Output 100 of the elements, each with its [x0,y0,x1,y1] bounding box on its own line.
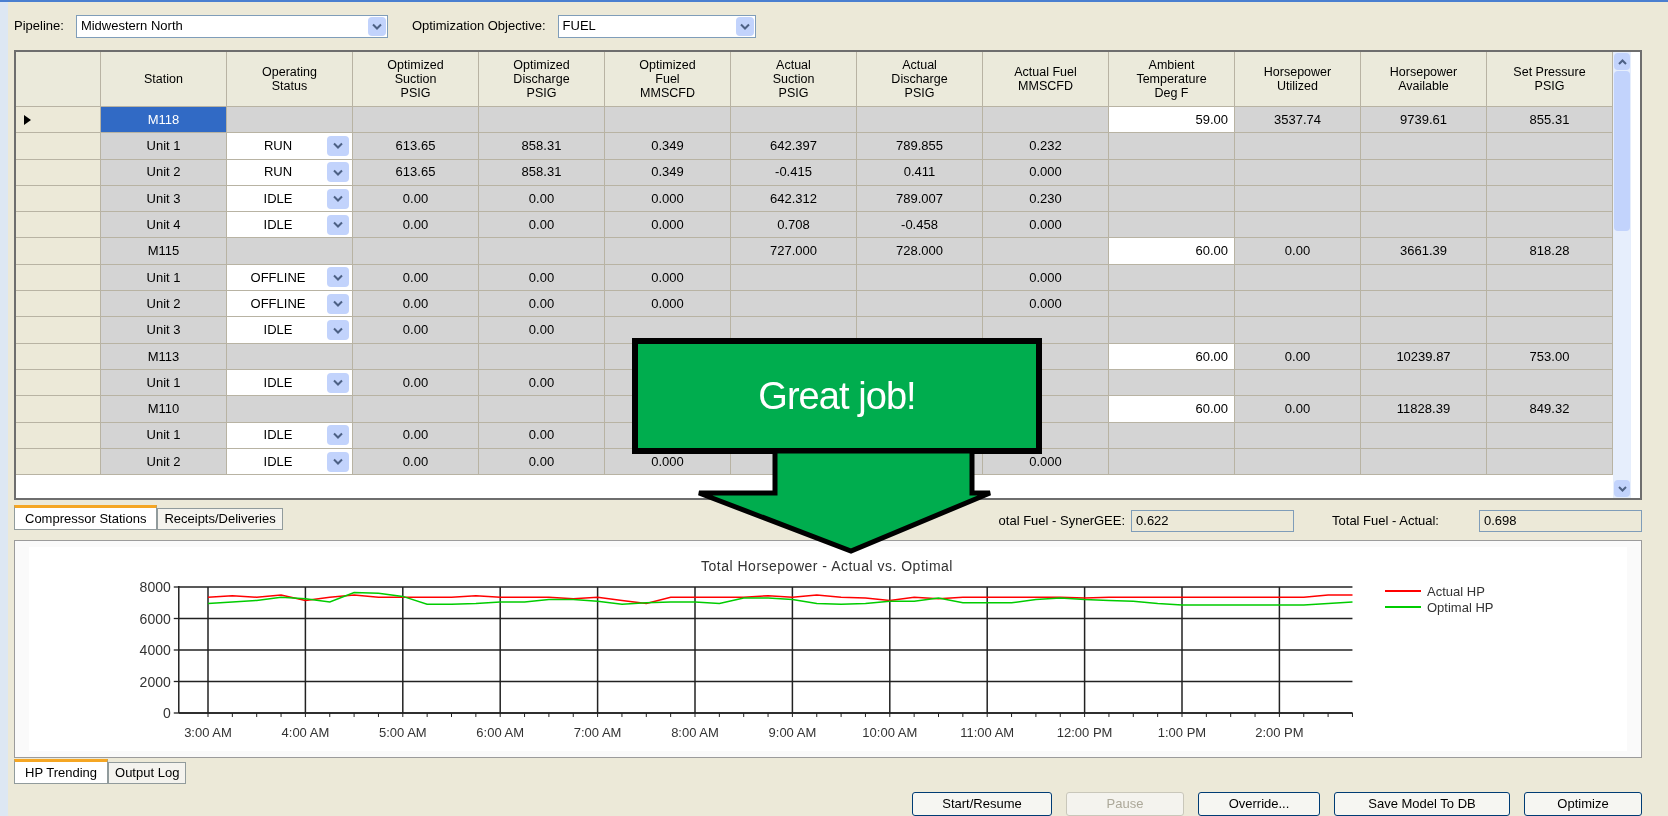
scroll-up-button[interactable] [1614,53,1630,70]
row-header-cell[interactable] [16,369,101,397]
row-header-cell[interactable] [16,448,101,476]
y-tick-label: 6000 [139,610,171,627]
row-header-cell[interactable] [16,159,101,186]
status-dropdown[interactable]: IDLE [227,185,353,213]
table-cell[interactable]: Unit 3 [101,317,227,344]
table-cell[interactable]: Unit 1 [101,369,227,397]
column-header[interactable]: Actual Suction PSIG [772,58,815,100]
table-cell[interactable]: M110 [101,396,227,423]
row-header-cell[interactable] [16,291,101,318]
table-cell[interactable]: Unit 4 [101,212,227,239]
temperature-field[interactable]: 59.00 [1109,107,1235,134]
table-cell[interactable]: Unit 1 [101,133,227,160]
column-header[interactable]: Optimized Suction PSIG [387,58,444,100]
dropdown-button[interactable] [327,320,349,340]
table-cell: 0.00 [353,291,479,318]
row-header-cell[interactable] [16,343,101,370]
column-header[interactable]: Actual Fuel MMSCFD [1014,65,1077,93]
tab[interactable]: Compressor Stations [14,505,158,530]
table-cell[interactable]: M115 [101,238,227,265]
table-cell[interactable]: Unit 1 [101,264,227,292]
table-cell[interactable]: M118 [101,107,227,134]
dropdown-button[interactable] [327,267,349,288]
row-header-cell[interactable] [16,422,101,449]
column-header[interactable]: Optimized Fuel MMSCFD [639,58,696,100]
dropdown-button[interactable] [327,372,349,393]
table-cell: 0.00 [1235,396,1361,423]
dropdown-field[interactable]: FUEL [557,14,756,38]
y-tick-label: 8000 [139,579,171,595]
table-cell: 789.855 [857,133,983,160]
status-dropdown[interactable]: IDLE [227,317,353,344]
status-dropdown[interactable]: RUN [227,159,353,186]
button[interactable]: Save Model To DB [1334,792,1510,816]
dropdown-button[interactable] [327,214,349,235]
dropdown-button[interactable] [327,293,349,314]
scroll-down-button[interactable] [1614,480,1630,497]
temperature-field[interactable]: 60.00 [1109,343,1235,370]
scrollbar[interactable] [1613,52,1631,498]
row-header-cell[interactable] [16,133,101,160]
chart-title: Total Horsepower - Actual vs. Optimal [701,558,953,574]
scroll-thumb[interactable] [1614,71,1630,231]
temperature-field[interactable]: 60.00 [1109,396,1235,423]
table-cell: 0.000 [983,264,1109,292]
table-cell[interactable]: Unit 2 [101,159,227,186]
tab[interactable]: HP Trending [14,759,109,784]
table-cell[interactable]: Unit 3 [101,185,227,213]
row-header-cell[interactable] [16,107,101,134]
row-header-cell[interactable] [16,317,101,344]
x-tick-label: 12:00 PM [1056,725,1113,740]
column-header[interactable]: Operating Status [262,65,317,93]
table-cell[interactable]: Unit 2 [101,448,227,476]
table-cell[interactable]: Unit 2 [101,291,227,318]
status-dropdown[interactable]: IDLE [227,448,353,476]
column-header[interactable]: Ambient Temperature Deg F [1136,58,1207,100]
status-dropdown[interactable]: IDLE [227,212,353,239]
table-cell: -0.458 [857,212,983,239]
status-dropdown[interactable]: OFFLINE [227,291,353,318]
chevron-down-icon [371,22,382,30]
column-header[interactable]: Set Pressure PSIG [1513,65,1586,93]
table-cell[interactable]: Unit 1 [101,422,227,449]
column-header[interactable]: Horsepower Utilized [1263,65,1332,93]
table-cell[interactable]: M113 [101,343,227,370]
row-header-cell[interactable] [16,212,101,239]
table-cell: 0.00 [479,212,605,239]
chevron-down-icon [1617,485,1627,492]
legend-label: Actual HP [1427,584,1485,599]
row-header-cell[interactable] [16,396,101,423]
table-cell: 849.32 [1487,396,1613,423]
row-header-cell[interactable] [16,264,101,292]
tab[interactable]: Receipts/Deliveries [157,508,283,530]
status-dropdown[interactable]: RUN [227,133,353,160]
table-cell: 642.312 [731,185,857,213]
x-tick-label: 7:00 AM [573,725,622,740]
status-dropdown[interactable]: IDLE [227,369,353,397]
button[interactable]: Optimize [1524,792,1642,816]
button[interactable]: Override... [1198,792,1320,816]
dropdown-button[interactable] [327,425,349,446]
table-cell: 858.31 [479,133,605,160]
chevron-down-icon [333,379,343,387]
column-header[interactable]: Actual Discharge PSIG [891,58,948,100]
dropdown-button[interactable] [327,188,349,209]
status-dropdown[interactable]: OFFLINE [227,264,353,292]
column-header[interactable]: Station [144,72,183,86]
row-header-cell[interactable] [16,185,101,213]
column-header[interactable]: Optimized Discharge PSIG [513,58,570,100]
dropdown-field[interactable]: Midwestern North [75,14,388,38]
dropdown-button[interactable] [327,135,349,156]
dropdown-button[interactable] [327,162,349,183]
dropdown-button[interactable] [327,451,349,472]
table-cell: 11828.39 [1361,396,1487,423]
dropdown-button[interactable] [367,16,386,36]
button[interactable]: Start/Resume [912,792,1052,816]
tab[interactable]: Output Log [108,762,187,784]
y-tick-label: 4000 [139,642,171,658]
status-dropdown[interactable]: IDLE [227,422,353,449]
row-header-cell[interactable] [16,238,101,265]
column-header[interactable]: Horsepower Available [1389,65,1458,93]
dropdown-button[interactable] [735,16,754,36]
temperature-field[interactable]: 60.00 [1109,238,1235,265]
